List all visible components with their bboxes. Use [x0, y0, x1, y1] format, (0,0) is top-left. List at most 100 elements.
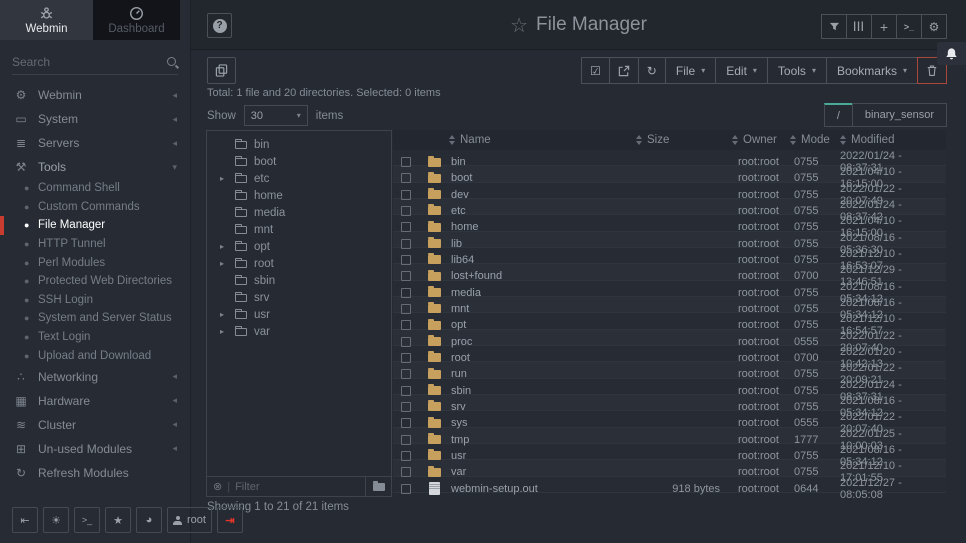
expand-arrow-icon[interactable]: ▸ — [215, 327, 229, 336]
table-row[interactable]: tmp root:root 1777 2022/01/25 - 10:00:03 — [393, 428, 946, 444]
table-row[interactable]: mnt root:root 0755 2021/08/16 - 05:34:12 — [393, 297, 946, 313]
row-checkbox[interactable] — [401, 467, 411, 477]
row-checkbox[interactable] — [401, 206, 411, 216]
sidebar-category-item[interactable]: ▭ System ◂ — [0, 107, 190, 131]
table-row[interactable]: etc root:root 0755 2022/01/24 - 08:37:42 — [393, 199, 946, 215]
cell-name[interactable]: etc — [449, 205, 636, 217]
table-row[interactable]: lib64 root:root 0755 2021/12/10 - 16:53:… — [393, 248, 946, 264]
paste-buffer-button[interactable] — [207, 57, 236, 84]
cell-name[interactable]: bin — [449, 156, 636, 168]
column-header-modified[interactable]: Modified — [840, 134, 946, 146]
sidebar-category-item[interactable]: ⚙ Webmin ◂ — [0, 83, 190, 107]
row-checkbox[interactable] — [401, 402, 411, 412]
table-row[interactable]: sys root:root 0555 2022/01/22 - 20:07:40 — [393, 411, 946, 427]
tree-item[interactable]: ▸ boot — [207, 153, 391, 170]
table-row[interactable]: media root:root 0755 2021/08/16 - 05:34:… — [393, 281, 946, 297]
refresh-button[interactable]: ↻ — [638, 57, 666, 84]
row-checkbox[interactable] — [401, 320, 411, 330]
table-row[interactable]: bin root:root 0755 2022/01/24 - 08:37:31 — [393, 150, 946, 166]
row-checkbox[interactable] — [401, 353, 411, 363]
cell-name[interactable]: mnt — [449, 303, 636, 315]
table-row[interactable]: webmin-setup.out 918 bytes root:root 064… — [393, 477, 946, 493]
sidebar-subitem[interactable]: ● Protected Web Directories — [0, 272, 190, 291]
table-row[interactable]: boot root:root 0755 2021/04/10 - 16:15:0… — [393, 166, 946, 182]
sidebar-category-item[interactable]: ▦ Hardware ◂ — [0, 389, 190, 413]
help-button[interactable]: ? — [207, 13, 232, 38]
tab-dashboard[interactable]: Dashboard — [93, 0, 180, 40]
terminal-button[interactable]: >_ — [74, 507, 100, 533]
table-row[interactable]: usr root:root 0755 2021/08/16 - 05:34:12 — [393, 444, 946, 460]
row-checkbox[interactable] — [401, 271, 411, 281]
cell-name[interactable]: sbin — [449, 385, 636, 397]
cell-name[interactable]: lost+found — [449, 270, 636, 282]
tab-webmin[interactable]: Webmin — [0, 0, 93, 40]
columns-button[interactable]: ||| — [846, 14, 872, 39]
column-header-owner[interactable]: Owner — [724, 134, 790, 146]
sidebar-subitem[interactable]: ● SSH Login — [0, 291, 190, 310]
cell-name[interactable]: dev — [449, 189, 636, 201]
user-button[interactable]: root — [167, 507, 212, 533]
cell-name[interactable]: run — [449, 368, 636, 380]
row-checkbox[interactable] — [401, 255, 411, 265]
cell-name[interactable]: webmin-setup.out — [449, 483, 636, 495]
cell-name[interactable]: srv — [449, 401, 636, 413]
sidebar-category-item[interactable]: ↻ Refresh Modules ◂ — [0, 461, 190, 485]
search-input[interactable] — [12, 55, 167, 69]
expand-arrow-icon[interactable]: ▸ — [215, 174, 229, 183]
expand-arrow-icon[interactable]: ▸ — [215, 242, 229, 251]
table-row[interactable]: run root:root 0755 2022/01/22 - 20:09:21 — [393, 362, 946, 378]
sidebar-category-item[interactable]: ≣ Servers ◂ — [0, 131, 190, 155]
column-header-name[interactable]: Name — [449, 134, 636, 146]
tree-item[interactable]: ▸ opt — [207, 238, 391, 255]
row-checkbox[interactable] — [401, 239, 411, 249]
tree-folder-button[interactable] — [365, 477, 391, 496]
search-icon[interactable] — [167, 57, 176, 66]
notifications-toggle[interactable] — [937, 42, 966, 65]
expand-arrow-icon[interactable]: ▸ — [215, 259, 229, 268]
sidebar-category-item[interactable]: ∴ Networking ◂ — [0, 365, 190, 389]
row-checkbox[interactable] — [401, 418, 411, 428]
column-header-size[interactable]: Size — [636, 134, 724, 146]
sidebar-category-item[interactable]: ⊞ Un-used Modules ◂ — [0, 437, 190, 461]
sidebar-category-item[interactable]: ≋ Cluster ◂ — [0, 413, 190, 437]
filter-button[interactable] — [821, 14, 847, 39]
row-checkbox[interactable] — [401, 337, 411, 347]
table-row[interactable]: sbin root:root 0755 2022/01/24 - 08:37:3… — [393, 379, 946, 395]
table-row[interactable]: lost+found root:root 0700 2021/12/29 - 1… — [393, 264, 946, 280]
cell-name[interactable]: usr — [449, 450, 636, 462]
row-checkbox[interactable] — [401, 369, 411, 379]
tree-item[interactable]: ▸ mnt — [207, 221, 391, 238]
table-row[interactable]: var root:root 0755 2021/12/10 - 17:01:55 — [393, 460, 946, 476]
expand-arrow-icon[interactable]: ▸ — [215, 310, 229, 319]
bookmarks-menu-button[interactable]: Bookmarks▾ — [826, 57, 918, 84]
tree-filter-input[interactable] — [235, 481, 365, 493]
table-row[interactable]: root root:root 0700 2022/01/20 - 10:42:1… — [393, 346, 946, 362]
sidebar-subitem[interactable]: ● Perl Modules — [0, 253, 190, 272]
sidebar-subitem[interactable]: ● Command Shell — [0, 179, 190, 198]
table-row[interactable]: opt root:root 0755 2021/12/10 - 16:54:57 — [393, 313, 946, 329]
sidebar-subitem[interactable]: ● Custom Commands — [0, 198, 190, 217]
shell-button[interactable]: >_ — [896, 14, 922, 39]
edit-menu-button[interactable]: Edit▾ — [715, 57, 768, 84]
favorites-button[interactable]: ★ — [105, 507, 131, 533]
table-row[interactable]: proc root:root 0555 2022/01/22 - 20:07:4… — [393, 330, 946, 346]
row-checkbox[interactable] — [401, 435, 411, 445]
cell-name[interactable]: home — [449, 221, 636, 233]
add-button[interactable]: + — [871, 14, 897, 39]
row-checkbox[interactable] — [401, 173, 411, 183]
sidebar-category-tools[interactable]: ⚒ Tools ▾ — [0, 155, 190, 179]
tree-item[interactable]: ▸ sbin — [207, 272, 391, 289]
row-checkbox[interactable] — [401, 288, 411, 298]
row-checkbox[interactable] — [401, 386, 411, 396]
cell-name[interactable]: boot — [449, 172, 636, 184]
breadcrumb-segment[interactable]: binary_sensor — [852, 103, 947, 127]
sidebar-subitem[interactable]: ● Text Login — [0, 328, 190, 347]
row-checkbox[interactable] — [401, 304, 411, 314]
tree-item[interactable]: ▸ var — [207, 323, 391, 340]
cell-name[interactable]: var — [449, 466, 636, 478]
tree-item[interactable]: ▸ etc — [207, 170, 391, 187]
sidebar-subitem[interactable]: ● Upload and Download — [0, 346, 190, 365]
cell-name[interactable]: sys — [449, 417, 636, 429]
sidebar-subitem[interactable]: ● File Manager — [0, 216, 190, 235]
logout-button[interactable]: ⇥ — [217, 507, 243, 533]
